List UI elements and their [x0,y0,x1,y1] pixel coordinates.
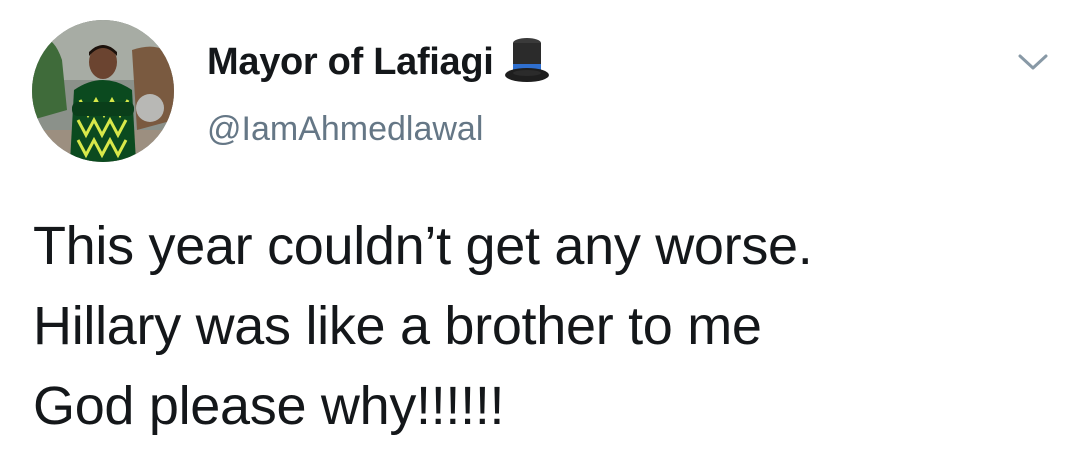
avatar[interactable] [32,20,174,162]
display-name-text: Mayor of Lafiagi [207,40,494,83]
avatar-image [32,20,174,162]
user-handle[interactable]: @IamAhmedlawal [207,110,483,149]
tweet-line: This year couldn’t get any worse. [33,216,813,276]
tweet-line: Hillary was like a brother to me [33,296,762,356]
top-hat-icon [504,34,550,86]
chevron-down-icon[interactable] [1015,50,1051,74]
tweet-text: This year couldn’t get any worse. Hillar… [33,206,1053,446]
display-name[interactable]: Mayor of Lafiagi [207,36,550,88]
tweet-line: God please why!!!!!! [33,376,505,436]
